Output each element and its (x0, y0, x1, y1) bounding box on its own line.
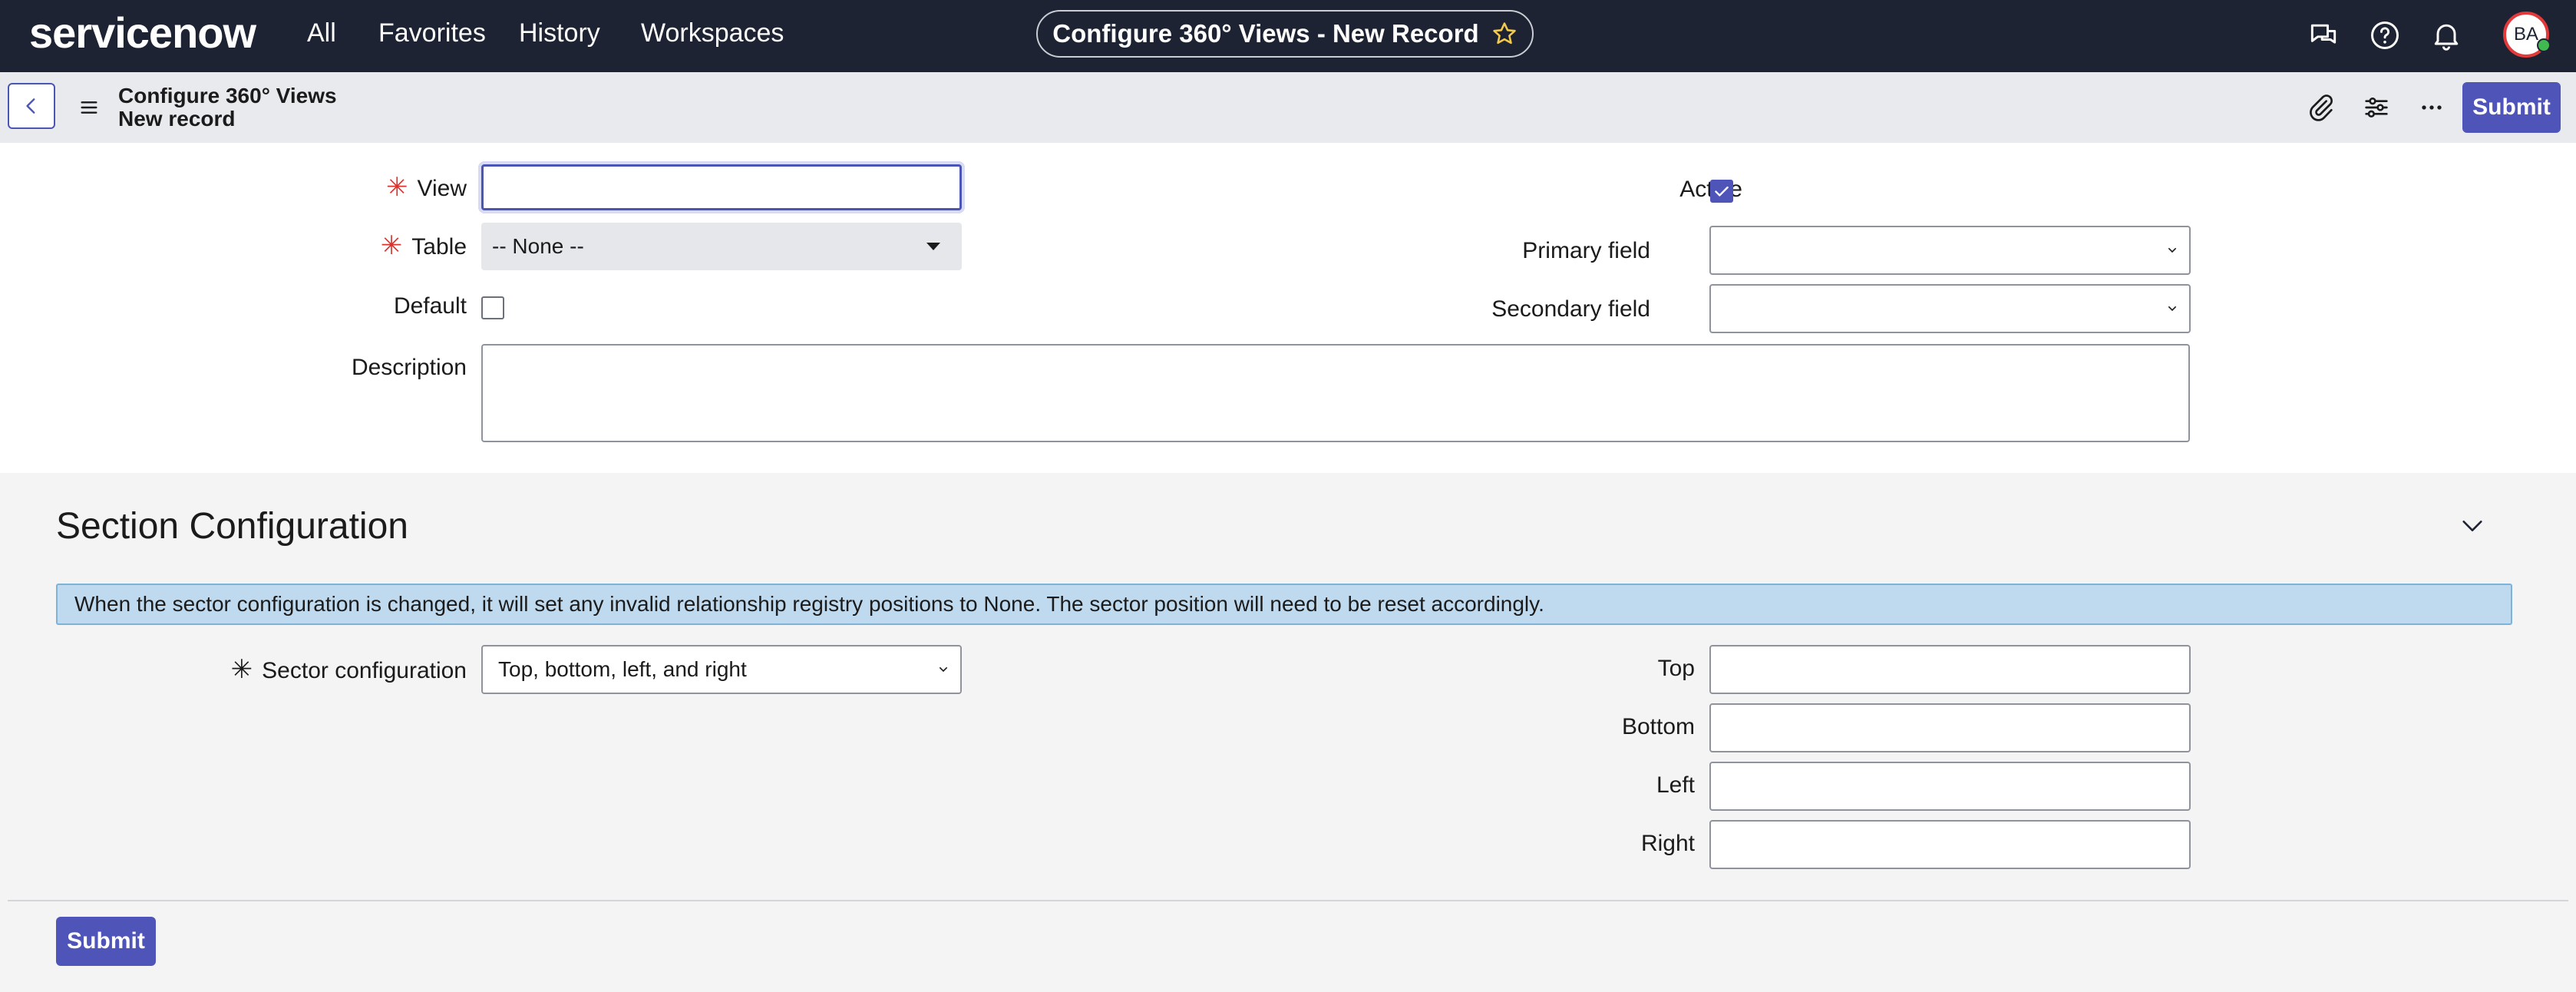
view-label: ✳ View (386, 173, 467, 202)
required-asterisk-icon: ✳ (380, 231, 403, 260)
form-subtitle: New record (118, 107, 236, 131)
bottom-label: Bottom (1621, 714, 1695, 739)
secondary-field-label: Secondary field (1491, 296, 1650, 322)
section-title: Section Configuration (56, 506, 408, 547)
hamburger-menu-icon[interactable] (77, 95, 101, 120)
record-title: Configure 360° Views - New Record (1052, 19, 1479, 48)
chevron-down-icon (2168, 247, 2177, 253)
active-checkbox[interactable] (1710, 180, 1733, 203)
record-title-block: Configure 360° Views New record (118, 84, 337, 131)
chevron-down-icon (939, 666, 948, 673)
table-label: ✳ Table (380, 231, 467, 260)
help-icon[interactable] (2368, 18, 2402, 52)
submit-button-header[interactable]: Submit (2462, 82, 2561, 133)
section-configuration: Section Configuration When the sector co… (0, 473, 2576, 992)
left-label: Left (1656, 772, 1695, 798)
left-input[interactable] (1709, 762, 2191, 811)
form-title: Configure 360° Views (118, 84, 337, 107)
required-asterisk-icon: ✳ (230, 655, 253, 684)
bottom-input[interactable] (1709, 703, 2191, 752)
active-label: Active (1497, 177, 1742, 203)
sector-configuration-select[interactable]: Top, bottom, left, and right (481, 645, 962, 694)
table-select[interactable]: -- None -- (481, 223, 962, 270)
record-header-bar: Configure 360° Views New record Submit (0, 72, 2576, 144)
description-textarea[interactable] (481, 344, 2190, 442)
secondary-field-select[interactable] (1709, 284, 2191, 333)
info-message: When the sector configuration is changed… (56, 584, 2512, 625)
primary-field-label: Primary field (1522, 238, 1650, 263)
record-title-pill[interactable]: Configure 360° Views - New Record (1036, 10, 1534, 58)
right-input[interactable] (1709, 820, 2191, 869)
online-status-icon (2537, 38, 2551, 52)
more-options-icon[interactable] (2416, 92, 2447, 123)
chevron-down-icon[interactable] (2459, 513, 2485, 539)
attachment-icon[interactable] (2306, 92, 2337, 123)
nav-history[interactable]: History (519, 18, 600, 48)
top-label: Top (1657, 656, 1695, 681)
record-form: ✳ View ✳ Table -- None -- Default Descript… (0, 143, 2576, 473)
nav-favorites[interactable]: Favorites (378, 18, 486, 48)
checkmark-icon (1715, 186, 1729, 197)
sector-configuration-value: Top, bottom, left, and right (498, 657, 747, 681)
chat-icon[interactable] (2307, 18, 2340, 52)
required-asterisk-icon: ✳ (386, 173, 408, 202)
default-label: Default (393, 293, 467, 319)
settings-sliders-icon[interactable] (2361, 92, 2392, 123)
view-input[interactable] (481, 164, 962, 210)
sector-configuration-label: ✳ Sector configuration (230, 655, 467, 684)
dropdown-caret-icon (926, 243, 940, 250)
star-icon[interactable] (1491, 21, 1518, 47)
top-input[interactable] (1709, 645, 2191, 694)
top-navigation-bar: servicenow All Favorites History Workspa… (0, 0, 2576, 72)
nav-workspaces[interactable]: Workspaces (641, 18, 784, 48)
divider (8, 900, 2568, 901)
back-button[interactable] (8, 83, 55, 129)
right-label: Right (1640, 831, 1695, 856)
servicenow-logo[interactable]: servicenow (29, 8, 256, 58)
submit-button-footer[interactable]: Submit (56, 917, 156, 966)
table-select-value: -- None -- (492, 234, 584, 258)
default-checkbox[interactable] (481, 296, 504, 319)
primary-field-select[interactable] (1709, 226, 2191, 275)
notifications-icon[interactable] (2429, 18, 2463, 52)
chevron-left-icon (26, 98, 35, 114)
description-label: Description (351, 355, 467, 380)
chevron-down-icon (2168, 306, 2177, 312)
nav-all[interactable]: All (307, 18, 336, 48)
